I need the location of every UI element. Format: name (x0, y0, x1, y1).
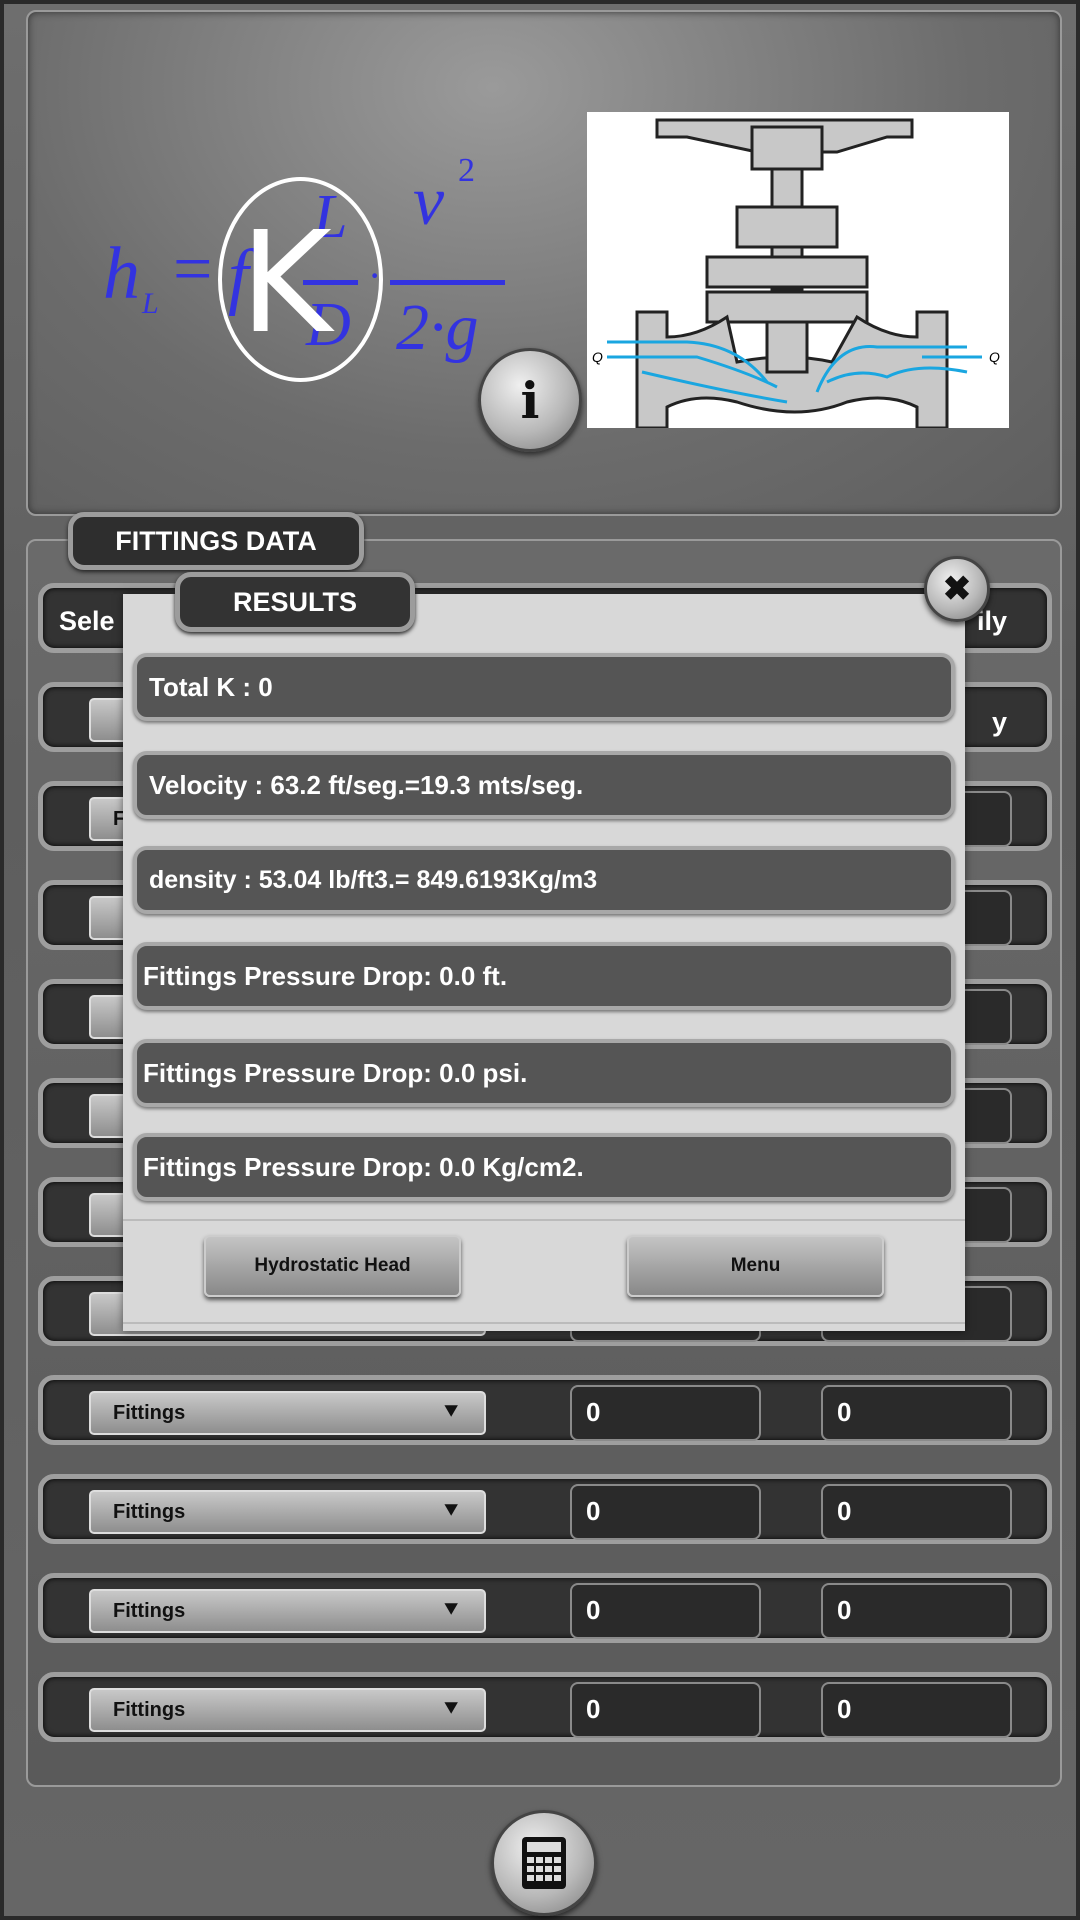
head-loss-formula: h L = f L D · v 2 2·g K (78, 152, 518, 392)
length-input[interactable]: 0 (570, 1583, 761, 1639)
fitting-dropdown-label: Fittings (113, 1599, 186, 1622)
fitting-dropdown[interactable]: Fittings ⯆ (89, 1490, 486, 1534)
quantity-input[interactable]: 0 (821, 1484, 1012, 1540)
flow-out-label: Q (989, 349, 1000, 365)
result-total-k: Total K : 0 (133, 653, 955, 721)
close-button[interactable]: ✖ (924, 556, 990, 622)
menu-button[interactable]: Menu (627, 1235, 884, 1297)
fittings-data-tab: FITTINGS DATA (68, 512, 364, 570)
formula-equals: = (173, 231, 213, 308)
divider (123, 1322, 965, 1324)
fitting-row: Fittings ⯆ 0 0 (38, 1375, 1052, 1445)
result-pressure-drop-ft: Fittings Pressure Drop: 0.0 ft. (133, 942, 955, 1010)
chevron-down-icon: ⯆ (442, 1597, 460, 1622)
result-pressure-drop-psi: Fittings Pressure Drop: 0.0 psi. (133, 1039, 955, 1107)
info-button[interactable]: i (478, 348, 582, 452)
quantity-input[interactable]: 0 (821, 1583, 1012, 1639)
fitting-dropdown-label: Fittings (113, 1401, 186, 1424)
fitting-dropdown[interactable]: Fittings ⯆ (89, 1589, 486, 1633)
length-input[interactable]: 0 (570, 1682, 761, 1738)
fitting-row: Fittings ⯆ 0 0 (38, 1573, 1052, 1643)
results-tab-label: RESULTS (232, 586, 357, 617)
formula-lhs: h (103, 233, 140, 315)
info-icon: i (520, 370, 540, 430)
fitting-dropdown[interactable]: Fittings ⯆ (89, 1391, 486, 1435)
hydrostatic-head-button[interactable]: Hydrostatic Head (204, 1235, 461, 1297)
app-screen: h L = f L D · v 2 2·g K Q Q i Sele ily y… (0, 0, 1080, 1920)
formula-v-sup: 2 (458, 152, 475, 189)
formula-2g: 2·g (396, 291, 479, 364)
quantity-input[interactable]: 0 (821, 1682, 1012, 1738)
calculator-button[interactable] (491, 1810, 597, 1916)
formula-panel: h L = f L D · v 2 2·g K Q Q i (26, 10, 1062, 516)
globe-valve-diagram: Q Q (587, 112, 1009, 430)
length-input[interactable]: 0 (570, 1484, 761, 1540)
k-overlay: K (240, 202, 332, 365)
fittings-tab-label: FITTINGS DATA (115, 525, 317, 556)
chevron-down-icon: ⯆ (442, 1498, 460, 1523)
quantity-input[interactable]: 0 (821, 1385, 1012, 1441)
fitting-row: Fittings ⯆ 0 0 (38, 1474, 1052, 1544)
fitting-dropdown[interactable]: Fittings ⯆ (89, 1688, 486, 1732)
fitting-row: Fittings ⯆ 0 0 (38, 1672, 1052, 1742)
fitting-dropdown-label: Fittings (113, 1500, 186, 1523)
results-dialog: Total K : 0 Velocity : 63.2 ft/seg.=19.3… (123, 594, 965, 1331)
fitting-dropdown-label: Fittings (113, 1698, 186, 1721)
partial-row-text: y (991, 707, 1007, 737)
formula-v: v (413, 163, 445, 240)
divider (123, 1219, 965, 1221)
length-input[interactable]: 0 (570, 1385, 761, 1441)
close-icon: ✖ (942, 570, 972, 608)
flow-in-label: Q (592, 349, 603, 365)
result-pressure-drop-kgcm2: Fittings Pressure Drop: 0.0 Kg/cm2. (133, 1133, 955, 1201)
results-tab: RESULTS (175, 572, 415, 632)
formula-lhs-sub: L (142, 287, 159, 320)
header-left-text: Sele (59, 606, 115, 636)
chevron-down-icon: ⯆ (442, 1696, 460, 1721)
chevron-down-icon: ⯆ (442, 1399, 460, 1424)
result-velocity: Velocity : 63.2 ft/seg.=19.3 mts/seg. (133, 751, 955, 819)
result-density: density : 53.04 lb/ft3.= 849.6193Kg/m3 (133, 846, 955, 914)
calculator-icon (522, 1837, 566, 1889)
